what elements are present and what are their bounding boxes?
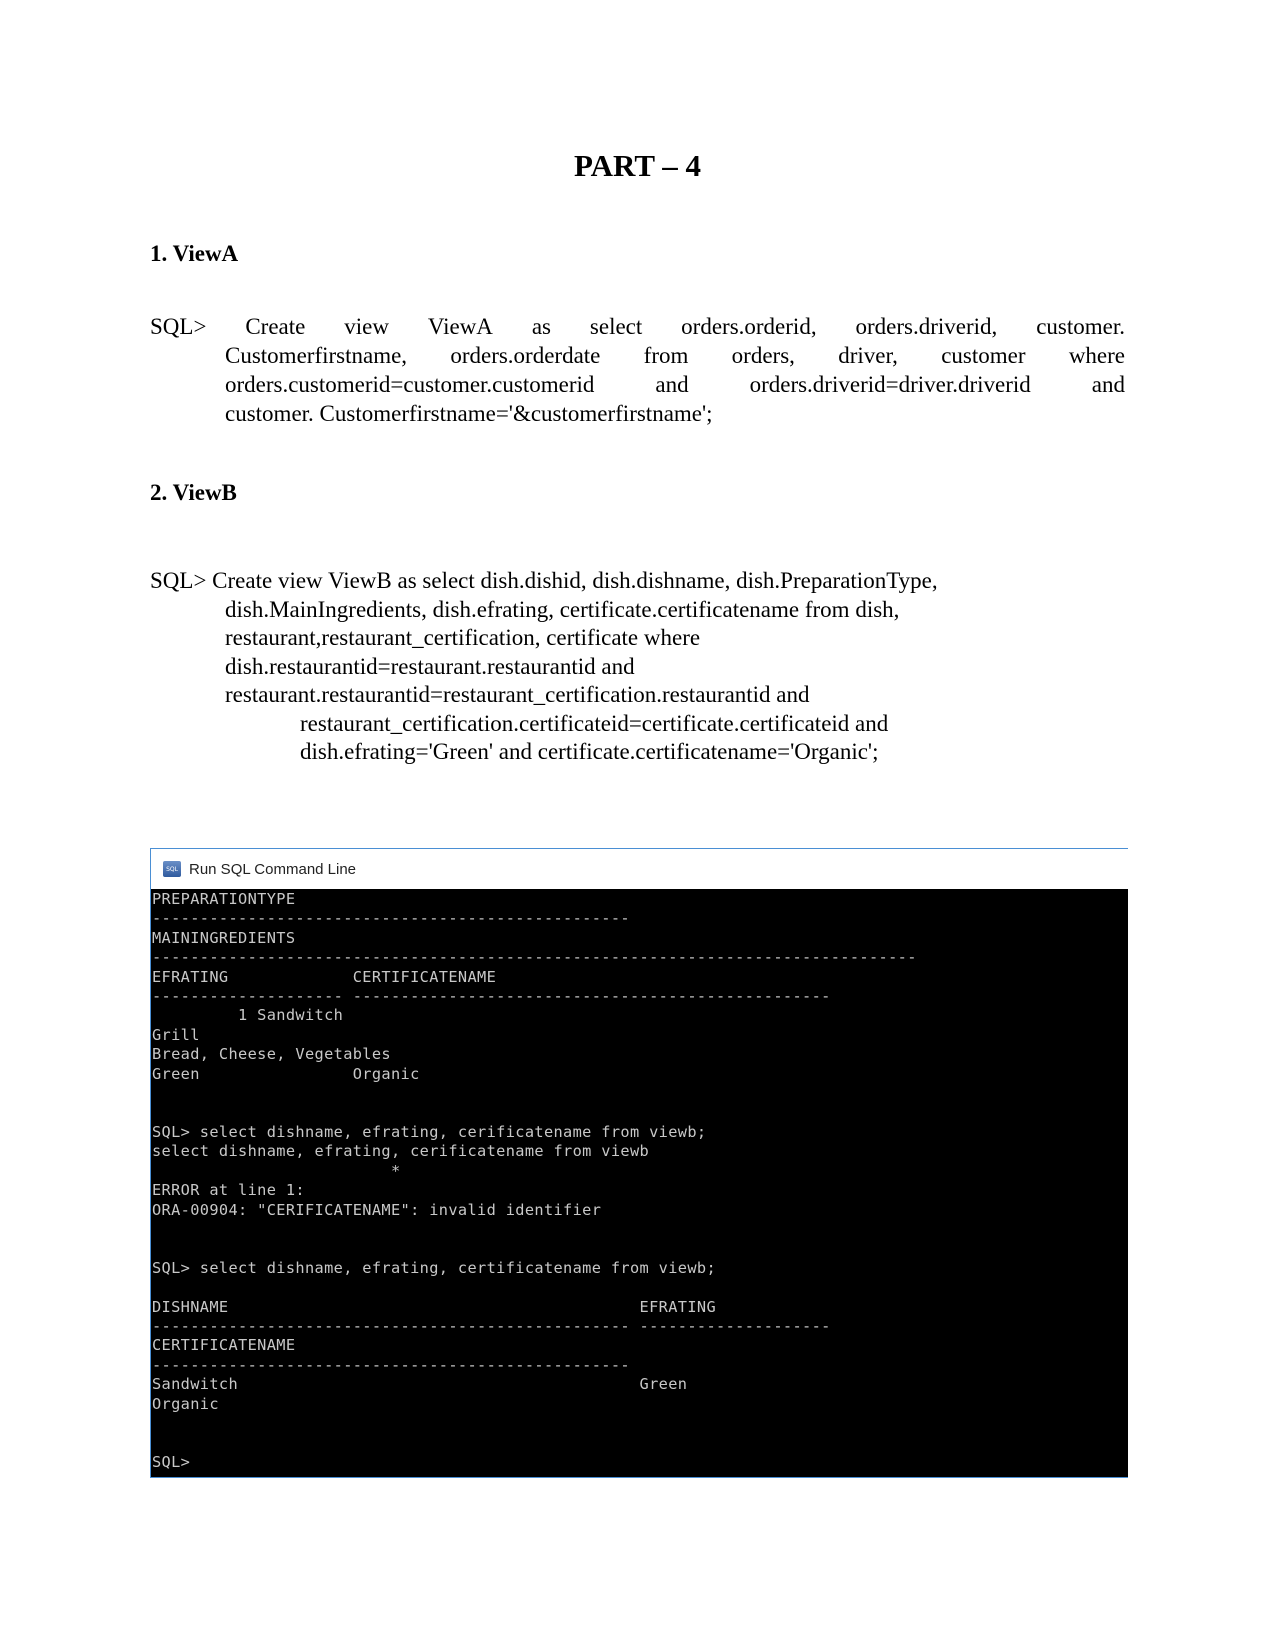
- console-line: PREPARATIONTYPE: [152, 890, 296, 908]
- sql-word: select: [589, 314, 643, 339]
- sql-word: Customerfirstname,: [225, 343, 408, 368]
- console-line: MAININGREDIENTS: [152, 928, 296, 947]
- viewa-line-3: orders.customerid=customer.customerid and…: [150, 370, 1125, 399]
- viewb-line: dish.efrating='Green' and certificate.ce…: [300, 739, 879, 764]
- console-line: SQL>: [152, 1452, 191, 1471]
- window-titlebar[interactable]: SQL Run SQL Command Line: [151, 849, 1128, 889]
- console-line: ----------------------------------------…: [152, 1355, 630, 1374]
- console-line: Grill: [152, 1025, 200, 1044]
- viewa-line-4: customer. Customerfirstname='&customerfi…: [225, 401, 713, 426]
- sql-word: orders.customerid=customer.customerid: [225, 372, 595, 397]
- console-line: SQL> select dishname, efrating, cerifica…: [152, 1122, 707, 1141]
- sql-word: customer: [941, 343, 1026, 368]
- page-title: PART – 4: [0, 148, 1275, 184]
- console-line: Bread, Cheese, Vegetables: [152, 1045, 391, 1064]
- section-heading-viewa: 1. ViewA: [150, 241, 239, 266]
- console-line: DISHNAME EFRATING: [152, 1297, 717, 1316]
- viewb-line: restaurant.restaurantid=restaurant_certi…: [225, 682, 810, 707]
- console-line: ----------------------------------------…: [152, 909, 630, 928]
- section-heading-viewb: 2. ViewB: [150, 480, 237, 505]
- console-line: Organic: [152, 1394, 219, 1413]
- sql-command-line-window: SQL Run SQL Command Line PREPARATIONTYPE…: [150, 848, 1128, 1478]
- viewb-line: restaurant,restaurant_certification, cer…: [225, 625, 701, 650]
- console-line: Sandwitch Green: [152, 1375, 688, 1394]
- sql-app-icon: SQL: [163, 861, 181, 877]
- console-line: SQL> select dishname, efrating, certific…: [152, 1258, 717, 1277]
- console-line: select dishname, efrating, cerificatenam…: [152, 1142, 650, 1161]
- console-line: *: [152, 1161, 401, 1180]
- sql-word: where: [1068, 343, 1125, 368]
- sql-word: driver,: [838, 343, 898, 368]
- sql-word: orders.driverid,: [855, 314, 998, 339]
- viewb-line: dish.restaurantid=restaurant.restauranti…: [225, 653, 635, 679]
- viewa-sql: SQL> Create view ViewA as select orders.orderi…: [150, 312, 1125, 428]
- sql-word: from: [643, 343, 689, 368]
- console-line: Green Organic: [152, 1064, 420, 1083]
- sql-word: customer.: [1036, 314, 1125, 339]
- console-line: -------------------- -------------------…: [152, 987, 831, 1006]
- viewb-sql: SQL> Create view ViewB as select dish.di…: [150, 567, 1125, 767]
- window-title: Run SQL Command Line: [189, 860, 357, 878]
- sql-word: orders.orderdate: [450, 343, 601, 368]
- console-line: ERROR at line 1:: [152, 1181, 305, 1200]
- sql-word: orders.orderid,: [681, 314, 817, 339]
- console-line: ----------------------------------------…: [152, 1316, 831, 1335]
- sql-word: and: [655, 372, 689, 397]
- sql-word: orders.driverid=driver.driverid: [749, 372, 1031, 397]
- sql-word: ViewA: [427, 314, 493, 339]
- viewa-line-2: Customerfirstname, orders.orderdate from or…: [150, 341, 1125, 370]
- console-line: CERTIFICATENAME: [152, 1336, 296, 1355]
- sql-word: SQL>: [150, 314, 207, 339]
- console-line: ----------------------------------------…: [152, 948, 917, 967]
- console-line: ORA-00904: "CERIFICATENAME": invalid ide…: [152, 1200, 602, 1219]
- sql-word: as: [531, 314, 551, 339]
- sql-word: orders,: [731, 343, 795, 368]
- sql-word: Create: [245, 314, 306, 339]
- console-line: EFRATING CERTIFICATENAME: [152, 967, 497, 986]
- console-output[interactable]: PREPARATIONTYPE -------------------------…: [151, 889, 1128, 1472]
- sql-word: and: [1091, 372, 1125, 397]
- console-line: 1 Sandwitch: [152, 1006, 344, 1025]
- viewb-line: SQL> Create view ViewB as select dish.di…: [150, 568, 938, 593]
- viewa-line-1: SQL> Create view ViewA as select orders.orderi…: [150, 312, 1125, 341]
- viewb-line: dish.MainIngredients, dish.efrating, cer…: [225, 596, 900, 622]
- sql-word: view: [344, 314, 389, 339]
- viewb-line: restaurant_certification.certificateid=c…: [300, 710, 889, 736]
- page-title-text: PART – 4: [574, 148, 701, 183]
